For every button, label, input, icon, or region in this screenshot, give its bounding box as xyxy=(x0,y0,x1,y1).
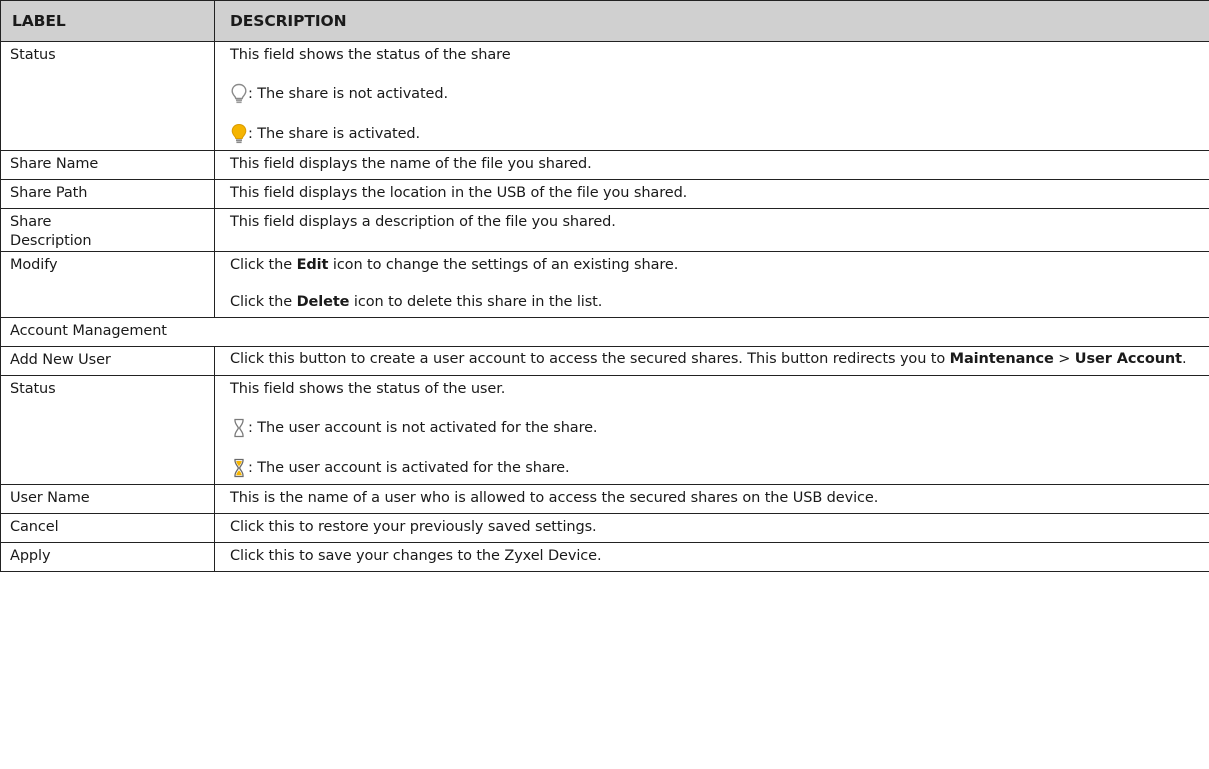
row-label: Modify xyxy=(10,257,58,273)
section-row: Account Management xyxy=(0,317,1209,347)
table-row: Apply Click this to save your changes to… xyxy=(0,542,1209,572)
table-row: Add New User Click this button to create… xyxy=(0,346,1209,376)
row-label: Cancel xyxy=(10,519,59,535)
user-activated-text: : The user account is activated for the … xyxy=(248,459,570,476)
table-row: User Name This is the name of a user who… xyxy=(0,484,1209,514)
row-label: Add New User xyxy=(10,352,111,368)
table-row: Share Path This field displays the locat… xyxy=(0,179,1209,209)
table-row: Status This field shows the status of th… xyxy=(0,375,1209,485)
row-description: Click the Delete icon to delete this sha… xyxy=(230,294,603,310)
section-title: Account Management xyxy=(10,323,167,339)
row-label: Status xyxy=(10,381,56,397)
edit-keyword: Edit xyxy=(296,257,329,273)
lightbulb-on-icon xyxy=(231,123,247,144)
row-description: This is the name of a user who is allowe… xyxy=(230,490,879,506)
row-label: Share xyxy=(10,214,52,230)
row-description: Click this to save your changes to the Z… xyxy=(230,548,602,564)
table-row: Cancel Click this to restore your previo… xyxy=(0,513,1209,543)
row-label: User Name xyxy=(10,490,90,506)
row-description: This field displays the location in the … xyxy=(230,185,688,201)
row-description: This field displays the name of the file… xyxy=(230,156,592,172)
row-description: This field displays a description of the… xyxy=(230,214,616,230)
table-row: Share Name This field displays the name … xyxy=(0,150,1209,180)
table-row: Share Description This field displays a … xyxy=(0,208,1209,252)
row-label: Status xyxy=(10,47,56,63)
row-label: Share Path xyxy=(10,185,88,201)
user-inactive-icon xyxy=(234,418,244,438)
row-description: Click the Edit icon to change the settin… xyxy=(230,257,679,273)
row-label-cont: Description xyxy=(10,233,92,249)
field-description-table: LABEL DESCRIPTION Status This field show… xyxy=(0,0,1209,572)
table-header-row: LABEL DESCRIPTION xyxy=(0,0,1209,42)
row-label: Apply xyxy=(10,548,51,564)
table-row: Status This field shows the status of th… xyxy=(0,41,1209,151)
row-description: Click this button to create a user accou… xyxy=(230,351,1187,367)
lightbulb-off-icon xyxy=(231,83,247,104)
table-row: Modify Click the Edit icon to change the… xyxy=(0,251,1209,318)
row-description: This field shows the status of the user. xyxy=(230,381,506,397)
delete-keyword: Delete xyxy=(296,294,350,310)
user-active-icon xyxy=(234,458,244,478)
status-activated-text: : The share is activated. xyxy=(248,125,421,142)
user-not-activated-text: : The user account is not activated for … xyxy=(248,419,598,436)
maintenance-keyword: Maintenance xyxy=(949,351,1054,367)
user-account-keyword: User Account xyxy=(1074,351,1182,367)
column-header-description: DESCRIPTION xyxy=(214,0,1209,42)
row-label: Share Name xyxy=(10,156,99,172)
row-description: This field shows the status of the share xyxy=(230,47,511,63)
status-not-activated-text: : The share is not activated. xyxy=(248,85,448,102)
column-header-label: LABEL xyxy=(0,0,215,42)
row-description: Click this to restore your previously sa… xyxy=(230,519,597,535)
